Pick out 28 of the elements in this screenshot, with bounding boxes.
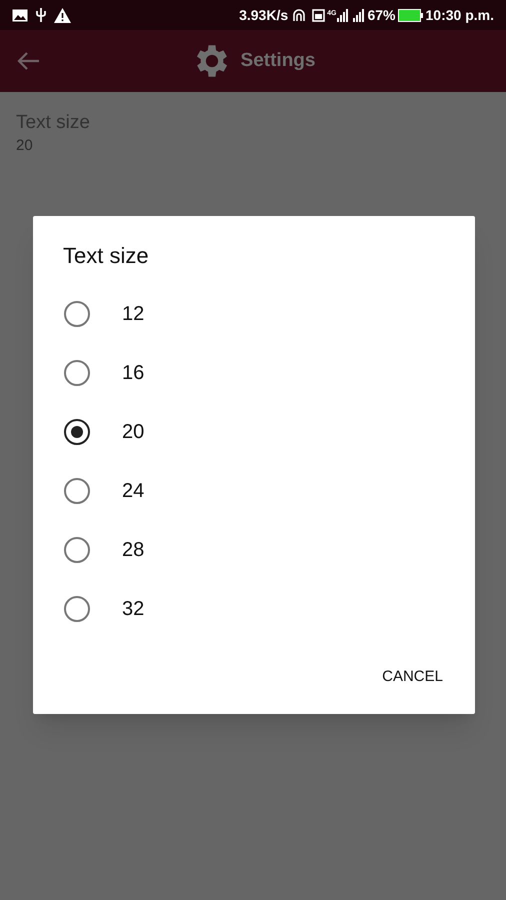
setting-value: 20 xyxy=(16,136,34,156)
battery-percent: 67% xyxy=(367,6,396,24)
radio-button[interactable] xyxy=(64,478,90,504)
usb-icon xyxy=(36,7,46,23)
radio-button[interactable] xyxy=(64,418,90,444)
hotspot-icon xyxy=(292,8,306,22)
radio-button[interactable] xyxy=(64,360,90,386)
option-label[interactable]: 32 xyxy=(122,594,144,624)
hd-icon xyxy=(312,8,326,22)
battery-icon xyxy=(398,8,423,22)
network-speed: 3.93K/s xyxy=(239,6,288,24)
cancel-button[interactable]: CANCEL xyxy=(374,660,451,694)
radio-button[interactable] xyxy=(64,300,90,326)
option-label[interactable]: 12 xyxy=(122,298,144,328)
app-title: Settings xyxy=(240,48,316,73)
radio-button[interactable] xyxy=(64,536,90,562)
option-label[interactable]: 24 xyxy=(122,476,144,506)
warning-icon xyxy=(54,8,71,22)
clock: 10:30 p.m. xyxy=(426,6,494,25)
back-arrow-icon[interactable] xyxy=(16,51,40,71)
radio-button[interactable] xyxy=(64,596,90,622)
dialog-title: Text size xyxy=(63,242,150,270)
signal-icon xyxy=(337,8,350,22)
option-label[interactable]: 16 xyxy=(122,358,144,388)
option-label[interactable]: 28 xyxy=(122,534,144,564)
image-icon xyxy=(12,8,28,22)
signal-icon xyxy=(353,8,366,22)
option-label[interactable]: 20 xyxy=(122,416,144,446)
